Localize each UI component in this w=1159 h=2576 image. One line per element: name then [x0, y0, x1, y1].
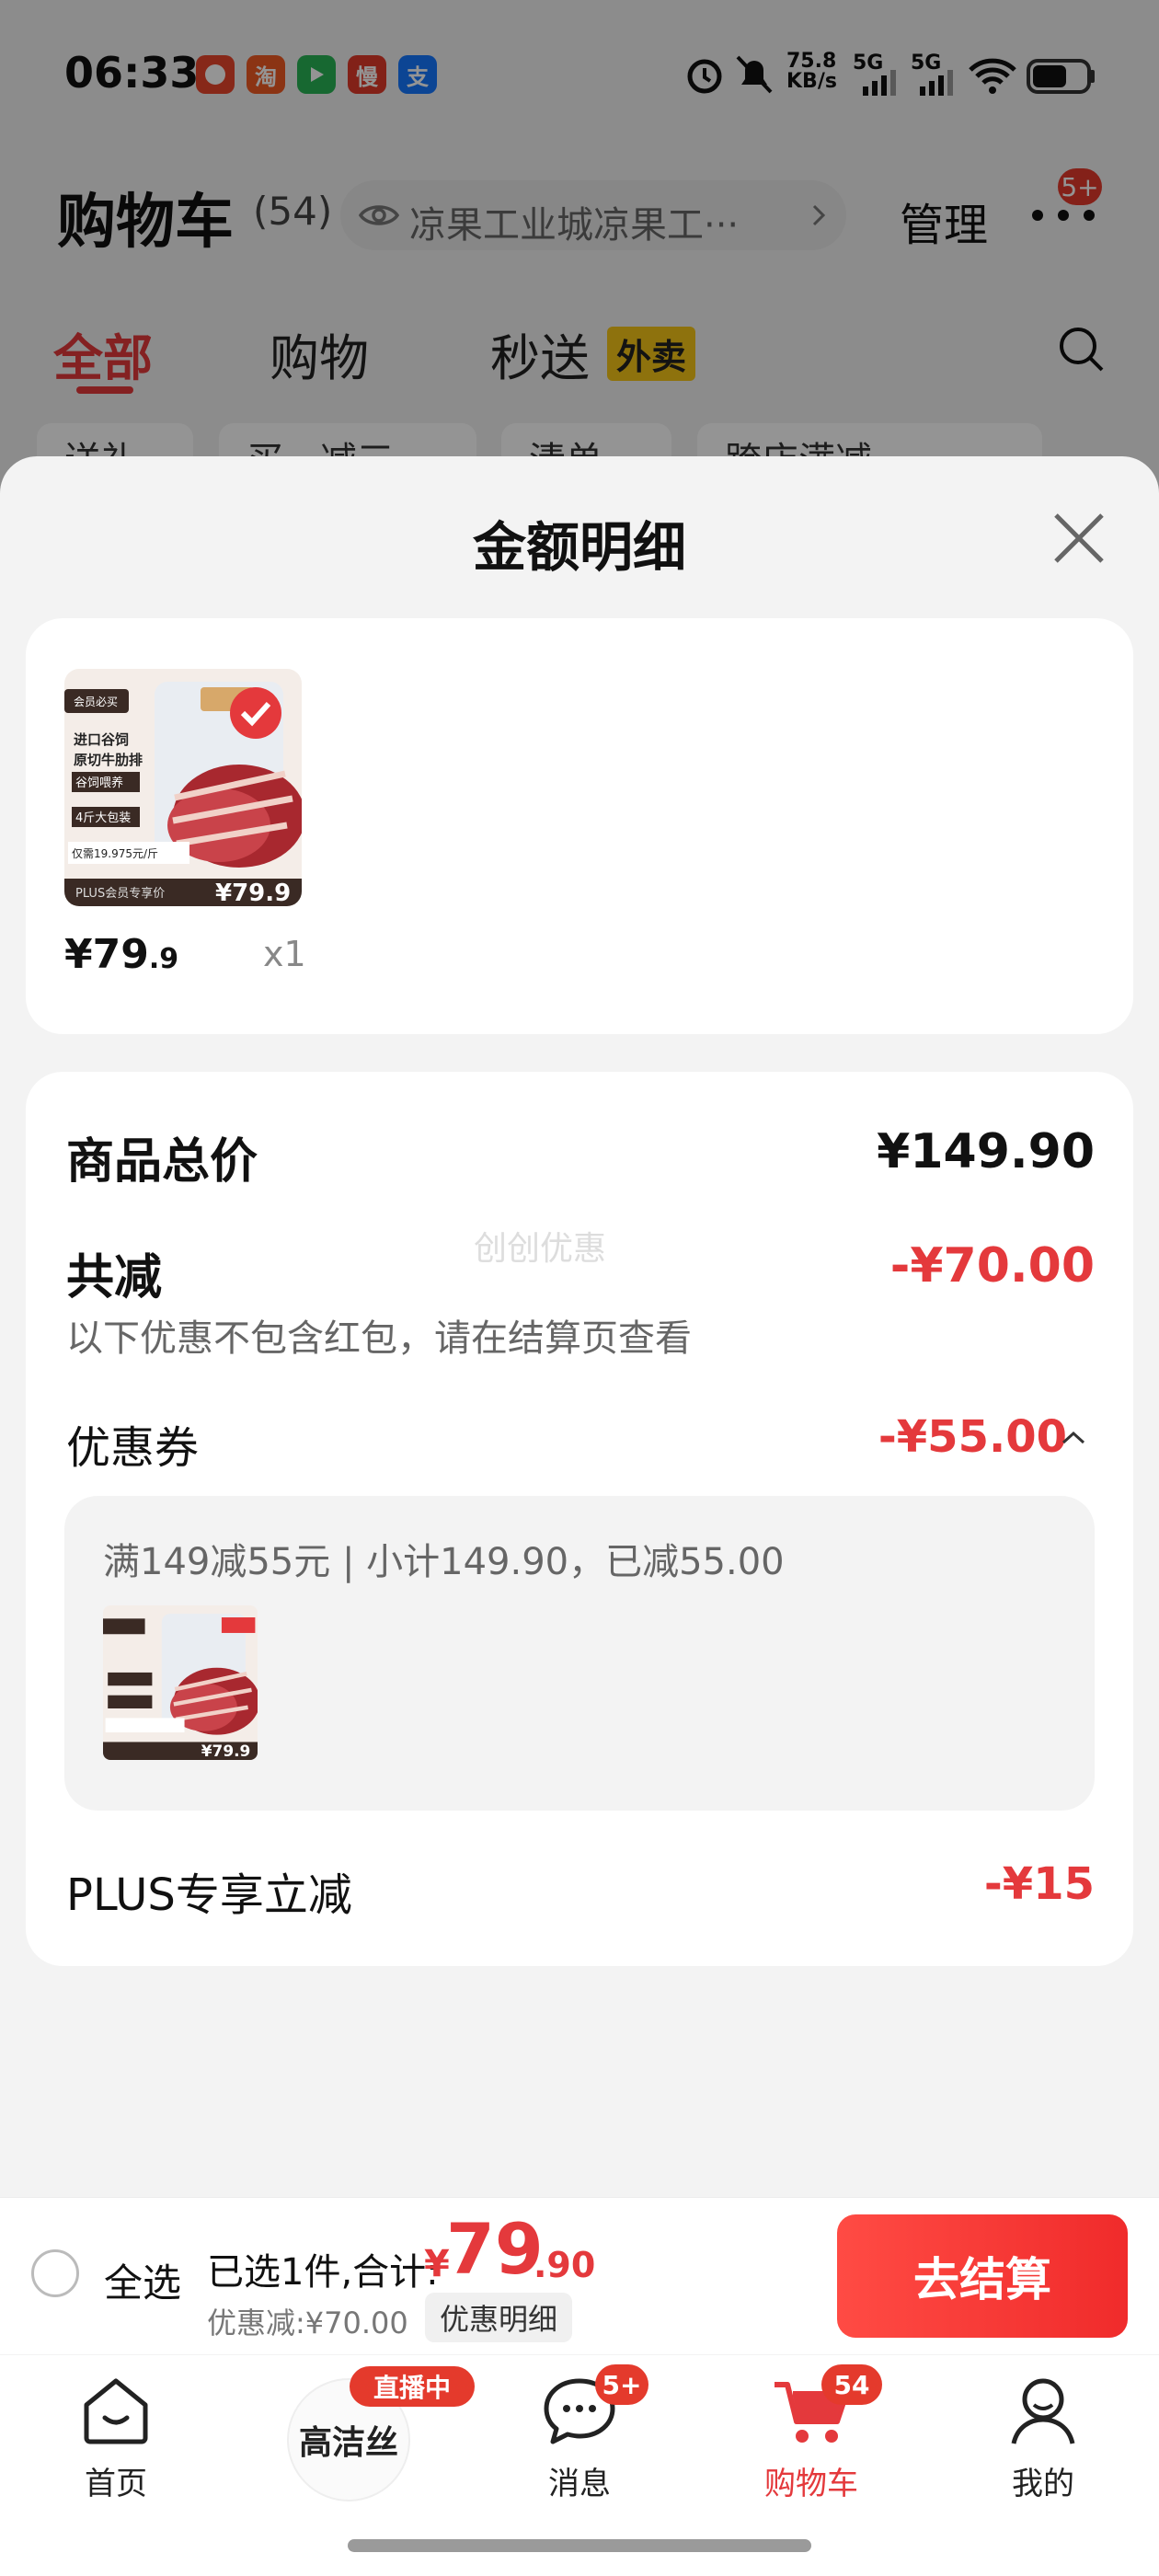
checkout-button[interactable]: 去结算 — [837, 2214, 1128, 2338]
sheet-title: 金额明细 — [472, 516, 686, 579]
image-line-3: 谷饲喂养 — [75, 776, 123, 790]
image-line-4: 4斤大包装 — [75, 811, 131, 825]
discount-detail-button[interactable]: 优惠明细 — [425, 2293, 573, 2342]
product-quantity: x1 — [263, 934, 306, 974]
select-all-checkbox[interactable] — [31, 2249, 79, 2297]
image-line-1: 进口谷饲 — [74, 731, 129, 748]
product-price: ¥79.9 — [64, 931, 178, 978]
sum-integer: 79 — [446, 2208, 544, 2290]
nav-me-label[interactable]: 我的 — [970, 2458, 1117, 2503]
image-line-2: 原切牛肋排 — [74, 752, 143, 768]
home-indicator[interactable] — [348, 2539, 811, 2552]
background-page: 06:33 淘 慢 支 75.8 KB/s 5G 5G 购物车 (54) 凉果工… — [0, 0, 1159, 515]
sum-decimal: .90 — [534, 2245, 596, 2285]
image-tag-text: PLUS会员专享价 — [75, 886, 165, 901]
home-icon[interactable] — [79, 2375, 153, 2445]
profile-icon[interactable] — [1006, 2374, 1080, 2447]
coupon-product-graphic: ¥79.9 — [103, 1605, 258, 1760]
dim-overlay[interactable] — [0, 0, 1159, 515]
reduce-label: 共减 — [66, 1250, 163, 1305]
chevron-up-icon[interactable] — [1060, 1428, 1087, 1446]
select-all-label[interactable]: 全选 — [104, 2252, 181, 2308]
nav-messages-label[interactable]: 消息 — [506, 2458, 653, 2503]
product-price-int: ¥79 — [64, 931, 149, 978]
coupon-detail-text: 满149减55元 | 小计149.90，已减55.00 — [103, 1541, 785, 1583]
cart-badge: 54 — [821, 2364, 882, 2405]
product-price-dec: .9 — [148, 943, 179, 975]
live-brand-text: 高洁丝 — [298, 2424, 398, 2462]
image-line-5: 仅需19.975元/斤 — [72, 847, 158, 860]
discount-note: 以下优惠不包含红包，请在结算页查看 — [66, 1317, 692, 1360]
plus-value: -¥15 — [983, 1858, 1095, 1910]
coupon-product-thumb: ¥79.9 — [103, 1605, 258, 1760]
total-value: ¥149.90 — [877, 1124, 1095, 1179]
live-badge: 直播中 — [350, 2366, 475, 2407]
selected-summary-label: 已选1件,合计: — [207, 2251, 439, 2294]
product-image-graphic: 会员必买 进口谷饲 原切牛肋排 谷饲喂养 4斤大包装 仅需19.975元/斤 P… — [64, 669, 302, 906]
plus-label: PLUS专享立减 — [66, 1869, 352, 1921]
image-price-text: ¥79.9 — [215, 880, 291, 906]
close-icon[interactable] — [1049, 508, 1109, 569]
coupon-label: 优惠券 — [66, 1422, 200, 1474]
coupon-value[interactable]: -¥55.00 — [878, 1411, 1067, 1463]
product-image[interactable]: 会员必买 进口谷饲 原切牛肋排 谷饲喂养 4斤大包装 仅需19.975元/斤 P… — [64, 669, 302, 906]
watermark-text: 创创优惠 — [474, 1230, 607, 1268]
thumb-price-text: ¥79.9 — [201, 1742, 251, 1760]
nav-cart-label[interactable]: 购物车 — [738, 2458, 885, 2503]
discount-summary: 优惠减:¥70.00 — [207, 2306, 408, 2340]
messages-badge: 5+ — [595, 2364, 648, 2405]
image-badge-text: 会员必买 — [74, 696, 118, 708]
total-label: 商品总价 — [66, 1134, 258, 1190]
nav-home-label[interactable]: 首页 — [42, 2458, 189, 2503]
reduce-value: -¥70.00 — [889, 1238, 1095, 1294]
